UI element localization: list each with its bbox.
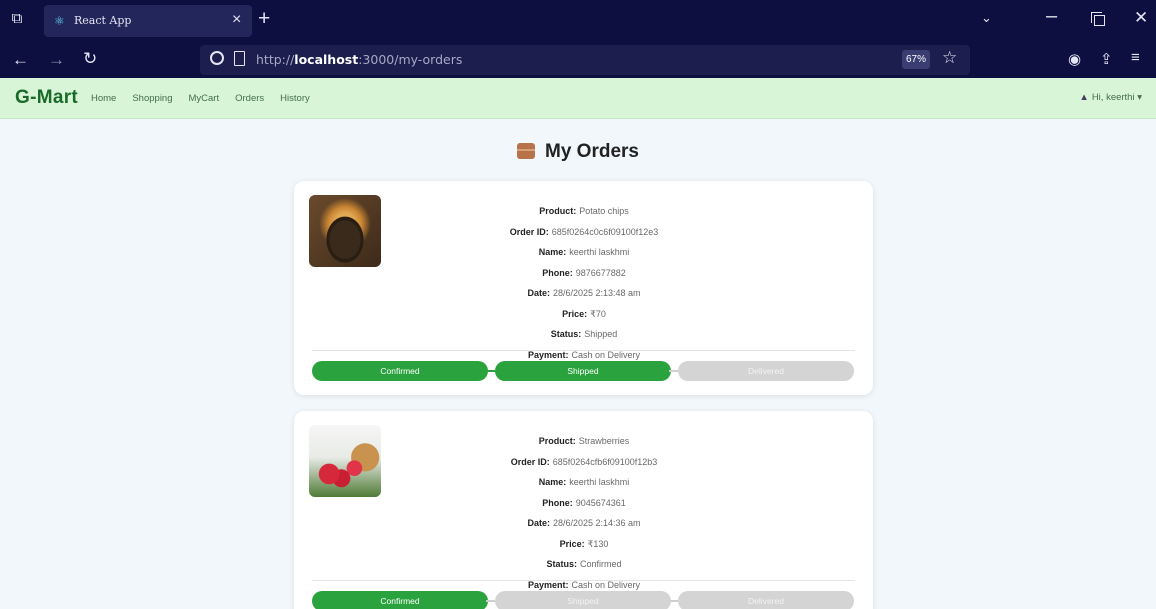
user-icon: ▲: [1079, 92, 1089, 103]
page-title: My Orders: [517, 141, 639, 163]
product-row: Product: Strawberries: [538, 436, 630, 446]
tab-overview-icon[interactable]: ⧉: [8, 10, 26, 28]
url-text[interactable]: http://localhost:3000/my-orders: [256, 52, 462, 67]
page-icon[interactable]: [234, 51, 245, 66]
date-row: Date: 28/6/2025 2:14:36 am: [527, 518, 641, 528]
step-confirmed: Confirmed: [312, 591, 488, 609]
account-icon[interactable]: ◉: [1068, 50, 1081, 68]
tab-title: React App: [74, 14, 132, 27]
main-nav: Home Shopping MyCart Orders History: [91, 93, 310, 104]
phone-row: Phone: 9045674361: [542, 497, 626, 508]
phone-row: Phone: 9876677882: [542, 267, 626, 278]
minimize-icon[interactable]: –: [1046, 5, 1057, 28]
step-connector: [669, 370, 678, 372]
browser-tab[interactable]: ⚛ React App ×: [44, 5, 252, 37]
order-details: Product: Strawberries Order ID: 685f0264cf…: [444, 431, 724, 595]
divider: [312, 580, 855, 581]
close-tab-icon[interactable]: ×: [232, 11, 241, 29]
step-shipped: Shipped: [495, 361, 671, 381]
step-connector: [486, 600, 495, 602]
caret-down-icon: ▾: [1137, 92, 1142, 103]
browser-toolbar: ← → ↻ http://localhost:3000/my-orders 67…: [0, 42, 1156, 78]
step-confirmed: Confirmed: [312, 361, 488, 381]
page-title-wrap: My Orders: [0, 141, 1156, 163]
nav-link-shopping[interactable]: Shopping: [132, 93, 172, 104]
order-card: Product: Potato chips Order ID: 685f0264c0…: [294, 181, 873, 395]
bookmark-star-icon[interactable]: ☆: [942, 48, 957, 68]
react-icon: ⚛: [54, 14, 65, 28]
restore-icon[interactable]: [1091, 12, 1105, 26]
step-delivered: Delivered: [678, 361, 854, 381]
product-image: [309, 195, 381, 267]
app-header: G-Mart Home Shopping MyCart Orders Histo…: [0, 78, 1156, 119]
product-row: Product: Potato chips: [539, 206, 629, 216]
browser-tab-bar: ⧉ ⚛ React App × + ⌄ – ✕: [0, 0, 1156, 42]
nav-link-home[interactable]: Home: [91, 93, 116, 104]
divider: [312, 350, 855, 351]
shield-icon[interactable]: [210, 51, 224, 65]
nav-link-mycart[interactable]: MyCart: [189, 93, 220, 104]
price-row: Price: ₹70: [562, 308, 606, 319]
hamburger-menu-icon[interactable]: ≡: [1131, 49, 1140, 66]
back-arrow-icon[interactable]: ←: [12, 50, 29, 70]
close-window-icon[interactable]: ✕: [1134, 8, 1148, 28]
product-image: [309, 425, 381, 497]
chevron-down-icon[interactable]: ⌄: [981, 10, 992, 26]
nav-link-orders[interactable]: Orders: [235, 93, 264, 104]
forward-arrow-icon[interactable]: →: [48, 50, 65, 70]
step-shipped: Shipped: [495, 591, 671, 609]
step-delivered: Delivered: [678, 591, 854, 609]
reload-icon[interactable]: ↻: [83, 49, 97, 69]
address-bar[interactable]: http://localhost:3000/my-orders 67% ☆: [200, 45, 970, 75]
step-connector: [486, 370, 495, 372]
name-row: Name: keerthi laskhmi: [538, 477, 630, 487]
nav-link-history[interactable]: History: [280, 93, 310, 104]
order-id-row: Order ID: 685f0264cfb6f09100f12b3: [510, 456, 658, 467]
new-tab-icon[interactable]: +: [258, 8, 270, 30]
order-progress-tracker: Confirmed Shipped Delivered: [312, 591, 854, 609]
status-row: Status: Shipped: [550, 329, 618, 339]
name-row: Name: keerthi laskhmi: [538, 247, 630, 257]
user-menu[interactable]: ▲ Hi, keerthi ▾: [1079, 92, 1142, 103]
order-details: Product: Potato chips Order ID: 685f0264c0…: [444, 201, 724, 365]
package-icon: [517, 143, 535, 159]
price-row: Price: ₹130: [559, 538, 609, 549]
order-progress-tracker: Confirmed Shipped Delivered: [312, 361, 854, 381]
order-card: Product: Strawberries Order ID: 685f0264cf…: [294, 411, 873, 609]
user-greeting: Hi, keerthi: [1091, 92, 1135, 103]
brand-logo[interactable]: G-Mart: [15, 87, 78, 109]
step-connector: [669, 600, 678, 602]
zoom-level[interactable]: 67%: [902, 50, 930, 69]
status-row: Status: Confirmed: [546, 559, 622, 569]
date-row: Date: 28/6/2025 2:13:48 am: [527, 288, 641, 298]
extensions-icon[interactable]: ⇪: [1100, 50, 1113, 68]
order-id-row: Order ID: 685f0264c0c6f09100f12e3: [509, 226, 659, 237]
